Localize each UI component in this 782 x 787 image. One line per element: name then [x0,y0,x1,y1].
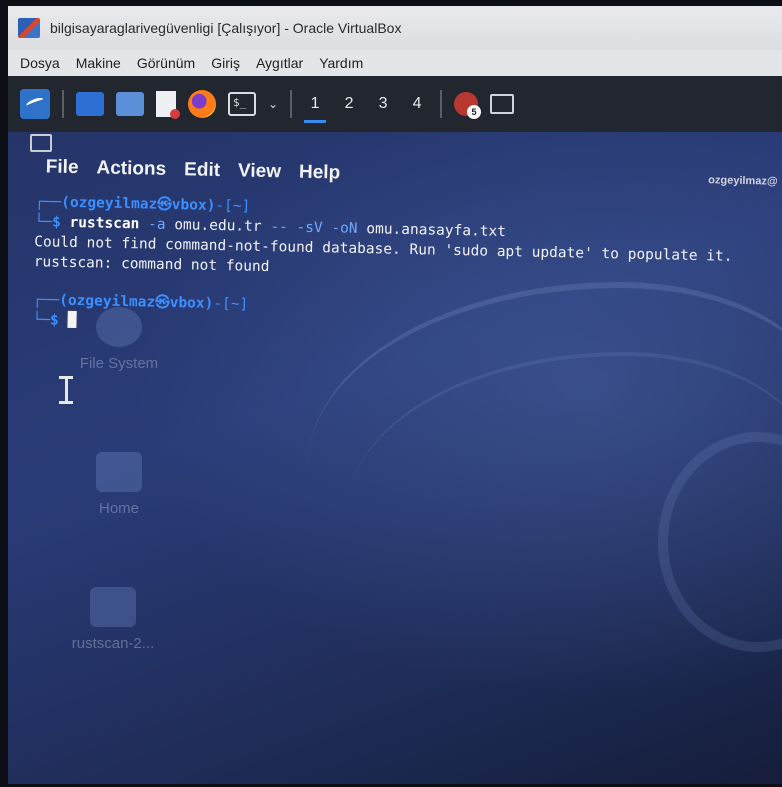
command-flag: -a [139,216,166,233]
menu-makine[interactable]: Makine [76,55,121,71]
terminal-menu-file[interactable]: File [46,156,79,179]
terminal-menu-actions[interactable]: Actions [96,157,166,180]
panel-separator [290,90,293,118]
terminal-window-icon[interactable] [30,134,52,152]
terminal-cursor [67,310,77,329]
workspace-4[interactable]: 4 [406,95,428,113]
desktop-icon-label: rustscan-2... [71,635,155,652]
text-cursor-icon [59,376,79,404]
terminal-menu-view[interactable]: View [238,160,281,183]
vbox-menubar: Dosya Makine Görünüm Giriş Aygıtlar Yard… [8,50,782,76]
window-title: bilgisayaraglarivegüvenligi [Çalışıyor] … [50,20,402,36]
workspace-1[interactable]: 1 [304,95,327,123]
prompt-corner: ┌── [32,292,60,309]
desktop-icon-label: Home [98,500,139,517]
menu-dosya[interactable]: Dosya [20,55,60,71]
task-terminal-icon[interactable] [490,94,515,114]
archive-icon [90,587,136,627]
prompt-dollar: └─$ [32,312,68,329]
workspace-2[interactable]: 2 [338,95,360,113]
panel-separator [440,90,443,118]
command-name: rustscan [69,214,140,233]
prompt-dir: -[~] [213,295,249,313]
menu-gorunum[interactable]: Görünüm [137,55,195,71]
task-app-icon[interactable]: 5 [454,92,482,119]
prompt-dollar: └─$ [34,214,70,231]
text-editor-icon[interactable] [156,91,180,119]
virtualbox-window: bilgisayaraglarivegüvenligi [Çalışıyor] … [8,6,782,784]
kali-menu-icon[interactable] [20,89,50,119]
workspace-3[interactable]: 3 [372,95,394,113]
terminal-title-user: ozgeyilmaz@ [708,174,778,188]
command-flag: -sV [287,219,323,237]
desktop-icon-home[interactable]: Home [64,452,174,517]
firefox-icon[interactable] [188,90,216,118]
virtualbox-app-icon [18,18,40,38]
desktop-icon-label: File System [79,355,159,372]
home-folder-icon [96,452,142,492]
terminal-output[interactable]: ┌──(ozgeyilmaz㉿vbox)-[~] └─$ rustscan -a… [24,192,782,346]
prompt-user: (ozgeyilmaz㉿vbox) [61,194,216,214]
chevron-down-icon[interactable]: ⌄ [268,97,278,111]
command-flag: -oN [322,220,358,237]
desktop-icon-rustscan[interactable]: rustscan-2... [48,587,178,652]
window-titlebar[interactable]: bilgisayaraglarivegüvenligi [Çalışıyor] … [8,6,782,50]
command-arg: omu.edu.tr [165,216,262,235]
terminal-menu-help[interactable]: Help [299,162,341,185]
terminal-launcher-icon[interactable]: $_ [228,92,256,116]
menu-aygitlar[interactable]: Aygıtlar [256,55,303,71]
command-arg: omu.anasayfa.txt [357,220,507,241]
panel-separator [62,90,64,118]
show-desktop-icon[interactable] [76,92,104,116]
prompt-corner: ┌── [34,194,62,211]
menu-giris[interactable]: Giriş [211,55,240,71]
terminal-window[interactable]: File Actions Edit View Help ozgeyilmaz@ … [24,156,782,352]
command-flag: -- [261,218,288,236]
task-badge: 5 [467,105,482,119]
file-manager-icon[interactable] [116,92,144,116]
terminal-menu-edit[interactable]: Edit [184,159,220,182]
top-panel: $_ ⌄ 1 2 3 4 5 [8,76,782,132]
prompt-dir: -[~] [215,197,251,215]
prompt-user: (ozgeyilmaz㉿vbox) [59,292,214,312]
menu-yardim[interactable]: Yardım [319,55,363,71]
